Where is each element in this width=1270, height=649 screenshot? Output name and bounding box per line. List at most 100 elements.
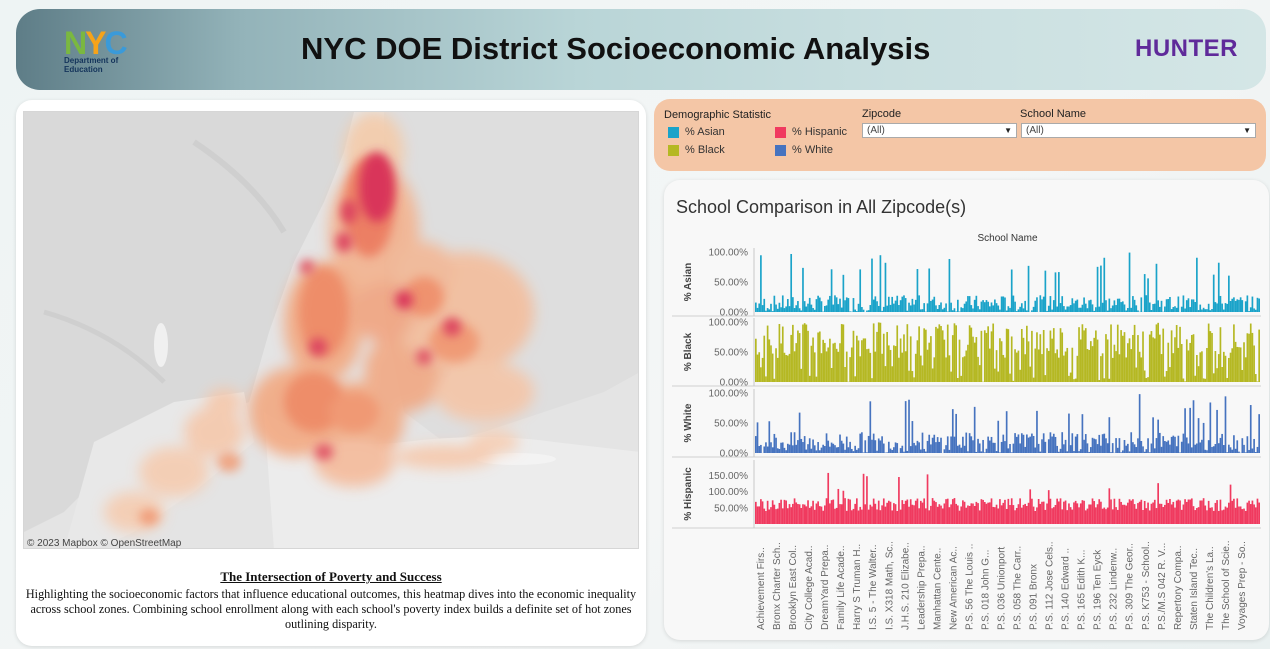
chart-bar (834, 342, 836, 382)
chart-bar (1143, 274, 1146, 312)
chart-bar (1231, 298, 1234, 312)
chart-bar (793, 432, 796, 453)
chart-bar (891, 510, 894, 524)
panel-label: % Black (683, 332, 694, 371)
chart-bar (1236, 346, 1239, 382)
chart-bar (854, 503, 856, 524)
chart-bar (1128, 499, 1131, 524)
chart-bar (1078, 507, 1080, 524)
chart-bar (1234, 448, 1237, 453)
chart-bar (1095, 507, 1097, 524)
tick-label: 100.00% (709, 389, 749, 400)
chart-bar (867, 509, 870, 524)
chart-bar (1073, 450, 1075, 453)
category-label: P.S. 165 Edith K... (1077, 550, 1088, 630)
school-comparison-chart[interactable]: School Name % Asian 100.00% 50.00% 0.00% % Bl… (664, 180, 1269, 640)
school-name-dropdown[interactable]: (All) ▼ (1021, 123, 1256, 138)
chart-bar (1157, 300, 1159, 312)
chart-bar (1096, 339, 1099, 382)
chart-bar (1044, 509, 1047, 524)
chart-bar (1071, 298, 1074, 312)
legend-item-white[interactable]: % White (775, 144, 833, 156)
chart-bar (1069, 372, 1072, 382)
chart-bar (962, 308, 964, 312)
chart-bar (1133, 504, 1136, 524)
heatmap-map[interactable]: © 2023 Mapbox © OpenStreetMap (23, 111, 639, 549)
chart-bar (877, 438, 880, 453)
chart-bar (1084, 328, 1087, 382)
chart-bar (911, 504, 914, 524)
chart-bar (1160, 503, 1163, 524)
chart-bar (990, 331, 993, 382)
chart-bar (1113, 498, 1116, 524)
chart-bar (1197, 310, 1200, 312)
chart-bar (893, 447, 895, 453)
chart-bar (1239, 297, 1242, 312)
chart-bar (963, 445, 966, 453)
legend-item-black[interactable]: % Black (668, 144, 725, 156)
chart-bar (817, 442, 819, 453)
chart-bar (817, 295, 819, 312)
chart-bar (840, 504, 843, 524)
chart-bar (1179, 500, 1181, 524)
chart-bar (1093, 337, 1096, 382)
category-label: J.H.S. 210 Elizabe.. (900, 542, 911, 630)
tick-label: 100.00% (709, 487, 749, 498)
chart-bar (1054, 504, 1057, 524)
chart-bar (1248, 333, 1250, 382)
chart-bar (1009, 307, 1011, 312)
chart-bar (812, 500, 814, 524)
legend-item-asian[interactable]: % Asian (668, 126, 725, 138)
chart-bar (805, 449, 808, 453)
chart-bar (1189, 499, 1191, 524)
chart-bar (1123, 504, 1126, 524)
chart-bar (785, 500, 787, 524)
chart-bar (980, 330, 983, 382)
chart-bar (872, 323, 875, 382)
chart-bar (1078, 451, 1080, 453)
chart-bar (803, 323, 806, 382)
chart-bar (827, 440, 830, 453)
chart-bar (1132, 334, 1134, 382)
chart-bar (871, 258, 873, 312)
chart-bar (1027, 265, 1030, 312)
chart-bar (919, 355, 922, 382)
chart-bar (871, 439, 873, 453)
chart-bar (859, 269, 862, 312)
chart-bar (1253, 308, 1255, 312)
chart-bar (889, 304, 892, 312)
chart-bar (1177, 347, 1180, 382)
chart-bar (820, 447, 823, 453)
chart-bar (854, 309, 856, 312)
chart-bar (849, 499, 851, 524)
zipcode-dropdown[interactable]: (All) ▼ (862, 123, 1017, 138)
chart-bar (1159, 306, 1161, 312)
chart-bar (1196, 355, 1198, 382)
chart-bar (1019, 306, 1021, 312)
category-label: Achievement Firs.. (756, 547, 767, 630)
chart-bar (955, 311, 957, 312)
chart-bar (1046, 310, 1048, 312)
chart-bar (1152, 502, 1154, 524)
chart-bar (1226, 377, 1229, 382)
chart-bar (805, 324, 808, 382)
chart-bar (1058, 272, 1060, 312)
legend-item-hispanic[interactable]: % Hispanic (775, 126, 847, 138)
chart-bar (1164, 376, 1166, 382)
chart-bar (1133, 324, 1136, 382)
chart-bar (1190, 335, 1193, 382)
chart-bar (1150, 310, 1153, 312)
chart-bar (1004, 499, 1006, 524)
chart-bar (849, 357, 851, 382)
chart-bar (1116, 509, 1119, 524)
chart-bar (1236, 498, 1239, 524)
chart-bar (1020, 329, 1023, 382)
chart-bar (982, 439, 984, 453)
chart-bar (1059, 328, 1062, 382)
chart-bar (1160, 300, 1163, 312)
chart-bar (990, 436, 993, 453)
chart-bar (995, 451, 998, 453)
chart-bar (1212, 510, 1215, 524)
chart-bar (1153, 303, 1156, 312)
chart-bar (847, 298, 850, 312)
